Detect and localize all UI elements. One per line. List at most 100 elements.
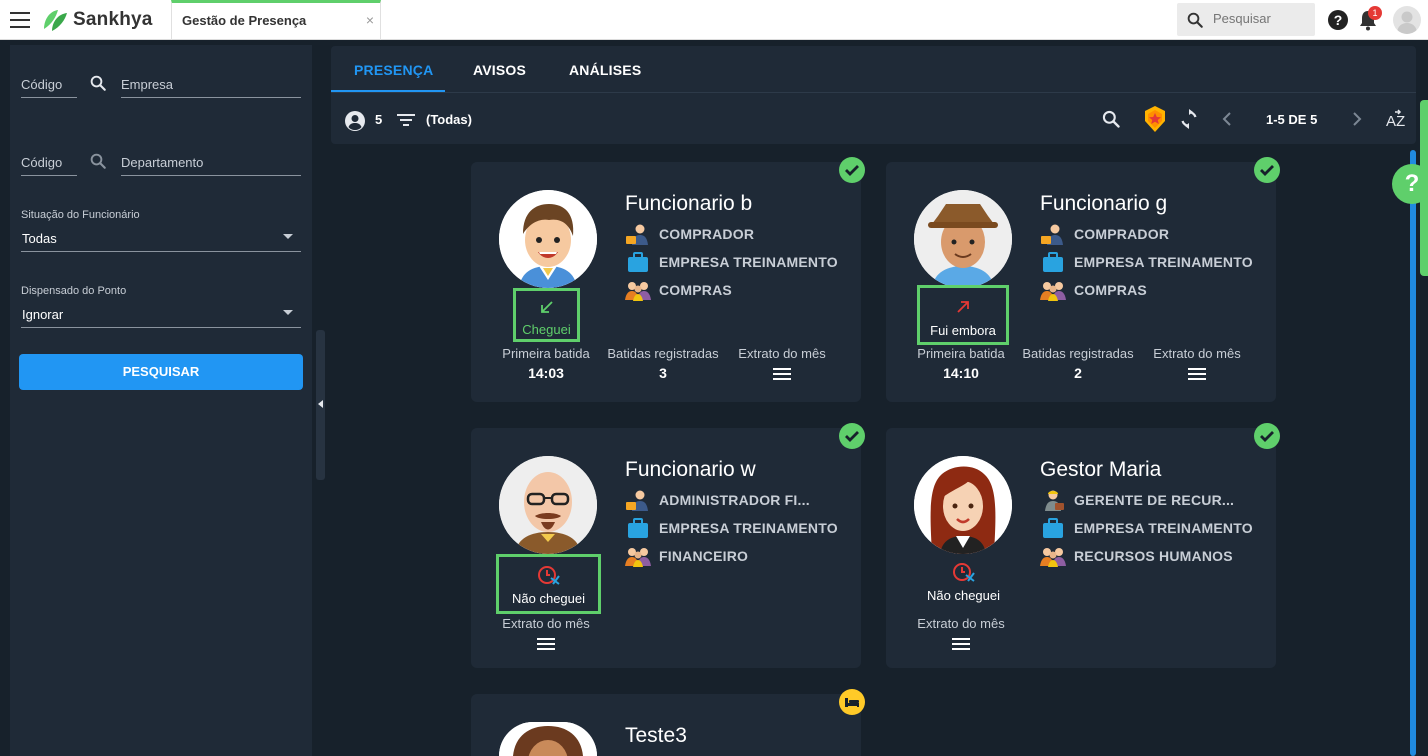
- punch-count-label: Batidas registradas: [1022, 346, 1134, 361]
- avatar: [499, 456, 597, 554]
- buyer-icon: [1040, 223, 1066, 245]
- first-punch: Primeira batida 14:03: [495, 346, 597, 381]
- arrow-down-left-icon: [540, 301, 553, 313]
- status-nao-cheguei[interactable]: Não cheguei: [911, 561, 1016, 609]
- brand-logo[interactable]: Sankhya: [40, 7, 153, 33]
- search-button[interactable]: PESQUISAR: [19, 354, 303, 390]
- statement-label: Extrato do mês: [1153, 346, 1241, 361]
- arrow-up-right-icon: [957, 301, 969, 313]
- briefcase-icon: [625, 251, 651, 273]
- user-avatar[interactable]: [1393, 6, 1421, 34]
- employee-card[interactable]: Gestor Maria GERENTE DE RECUR... EMPRESA…: [886, 423, 1280, 668]
- search-icon[interactable]: [89, 152, 107, 170]
- sort-alpha-icon[interactable]: AZ: [1386, 109, 1408, 131]
- first-punch-label: Primeira batida: [502, 346, 590, 361]
- situacao-select-value[interactable]: Todas: [22, 231, 57, 246]
- close-icon[interactable]: ×: [366, 12, 374, 28]
- departamento-code-field[interactable]: [21, 175, 77, 176]
- late-clock-icon: [537, 566, 560, 585]
- employee-card[interactable]: Teste3: [471, 689, 865, 756]
- dispensado-select[interactable]: [21, 327, 301, 328]
- global-search[interactable]: [1177, 3, 1315, 36]
- company-row: EMPRESA TREINAMENTO: [625, 517, 838, 539]
- status-nao-cheguei[interactable]: Não cheguei: [496, 554, 601, 614]
- company-label: EMPRESA TREINAMENTO: [659, 520, 838, 536]
- search-input[interactable]: [1213, 11, 1308, 26]
- chevron-right-icon[interactable]: [1352, 112, 1362, 126]
- user-icon: [1397, 11, 1417, 34]
- employee-count: 5: [375, 112, 383, 127]
- tab-avisos[interactable]: AVISOS: [473, 62, 526, 78]
- company-label: EMPRESA TREINAMENTO: [1074, 254, 1253, 270]
- chevron-down-icon[interactable]: [283, 234, 293, 239]
- avatar: [914, 190, 1012, 288]
- menu-icon[interactable]: [10, 12, 30, 28]
- svg-text:AZ: AZ: [1386, 113, 1405, 130]
- first-punch: Primeira batida 14:10: [910, 346, 1012, 381]
- company-row: EMPRESA TREINAMENTO: [625, 251, 838, 273]
- status-label: Não cheguei: [512, 591, 585, 606]
- filter-value[interactable]: (Todas): [426, 112, 472, 127]
- list-icon[interactable]: [537, 638, 555, 650]
- list-icon[interactable]: [773, 368, 791, 380]
- medal-icon[interactable]: [1143, 105, 1167, 133]
- first-punch-label: Primeira batida: [917, 346, 1005, 361]
- monthly-statement[interactable]: Extrato do mês: [910, 616, 1012, 655]
- statement-label: Extrato do mês: [738, 346, 826, 361]
- bed-icon: [839, 689, 865, 715]
- departamento-field[interactable]: [121, 175, 301, 176]
- tab-divider: [331, 92, 1416, 93]
- monthly-statement[interactable]: Extrato do mês: [495, 616, 597, 655]
- tab-presenca[interactable]: PRESENÇA: [354, 62, 433, 78]
- app-tab[interactable]: Gestão de Presença ×: [171, 0, 381, 40]
- chevron-down-icon[interactable]: [283, 310, 293, 315]
- pagination-label: 1-5 DE 5: [1266, 112, 1318, 127]
- team-icon: [1040, 279, 1066, 301]
- statement-label: Extrato do mês: [917, 616, 1005, 631]
- company-row: EMPRESA TREINAMENTO: [1040, 517, 1253, 539]
- department-label: COMPRAS: [659, 282, 732, 298]
- punch-count: Batidas registradas 2: [1018, 346, 1138, 381]
- employee-card[interactable]: Funcionario w ADMINISTRADOR FI... EMPRES…: [471, 423, 865, 668]
- manager-icon: [1040, 489, 1066, 511]
- tab-analises[interactable]: ANÁLISES: [569, 62, 641, 78]
- departamento-label: Departamento: [121, 155, 204, 170]
- search-icon[interactable]: [89, 74, 107, 92]
- scrollbar[interactable]: [1410, 150, 1416, 756]
- notification-badge: 1: [1368, 6, 1382, 20]
- department-label: FINANCEIRO: [659, 548, 749, 564]
- empresa-label: Empresa: [121, 77, 174, 92]
- employee-card[interactable]: Funcionario g COMPRADOR EMPRESA TREINAME…: [886, 157, 1280, 402]
- monthly-statement[interactable]: Extrato do mês: [731, 346, 833, 385]
- dispensado-select-value[interactable]: Ignorar: [22, 307, 63, 322]
- help-icon[interactable]: ?: [1328, 10, 1348, 30]
- role-label: COMPRADOR: [659, 226, 755, 242]
- refresh-icon[interactable]: [1179, 109, 1199, 129]
- briefcase-icon: [1040, 251, 1066, 273]
- main-header: PRESENÇA AVISOS ANÁLISES 5 (Todas) 1-5 D…: [331, 46, 1416, 144]
- empresa-field[interactable]: [121, 97, 301, 98]
- status-cheguei[interactable]: Cheguei: [513, 288, 580, 342]
- employee-card[interactable]: Funcionario b COMPRADOR EMPRESA TREINAME…: [471, 157, 865, 402]
- status-fui-embora[interactable]: Fui embora: [917, 285, 1009, 345]
- filter-icon[interactable]: [397, 112, 415, 128]
- list-icon[interactable]: [952, 638, 970, 650]
- help-bubble[interactable]: ?: [1392, 164, 1428, 204]
- status-label: Não cheguei: [927, 588, 1000, 603]
- department-label: RECURSOS HUMANOS: [1074, 548, 1233, 564]
- department-row: COMPRAS: [625, 279, 732, 301]
- punch-count-value: 3: [659, 365, 667, 381]
- situacao-select[interactable]: [21, 251, 301, 252]
- collapse-arrow-icon[interactable]: [318, 400, 323, 408]
- first-punch-value: 14:03: [528, 365, 564, 381]
- chevron-left-icon[interactable]: [1222, 112, 1232, 126]
- empresa-code-field[interactable]: [21, 97, 77, 98]
- team-icon: [1040, 545, 1066, 567]
- admin-icon: [625, 489, 651, 511]
- monthly-statement[interactable]: Extrato do mês: [1146, 346, 1248, 385]
- search-icon: [1187, 12, 1203, 28]
- department-row: FINANCEIRO: [625, 545, 748, 567]
- list-icon[interactable]: [1188, 368, 1206, 380]
- search-icon[interactable]: [1101, 109, 1121, 129]
- department-row: COMPRAS: [1040, 279, 1147, 301]
